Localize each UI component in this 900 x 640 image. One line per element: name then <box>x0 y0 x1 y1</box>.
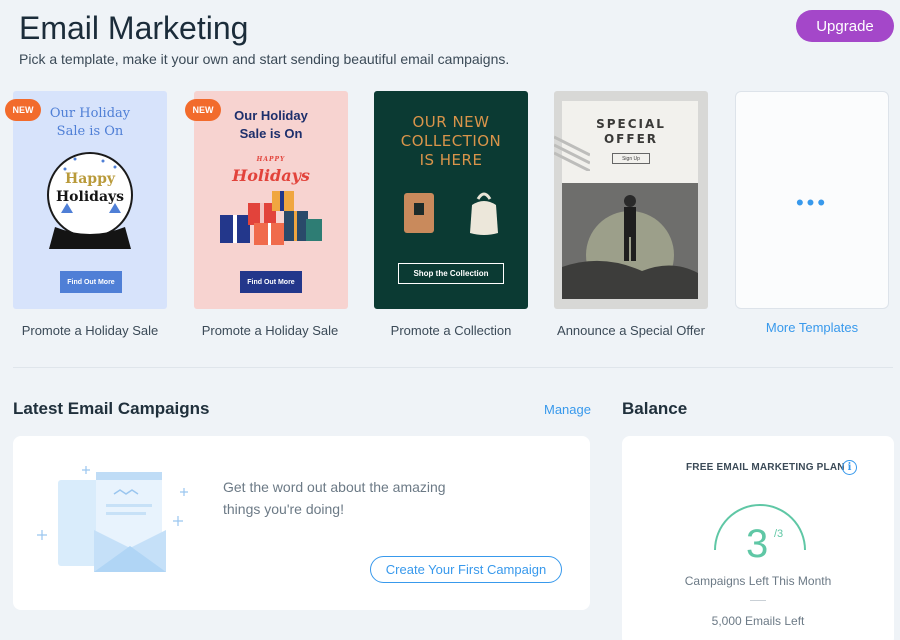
emails-left-label: 5,000 Emails Left <box>622 614 894 628</box>
plan-label: FREE EMAIL MARKETING PLAN <box>686 462 845 473</box>
globe-art-text: Happy Holidays <box>13 170 167 206</box>
page-subtitle: Pick a template, make it your own and st… <box>19 51 509 67</box>
upgrade-button[interactable]: Upgrade <box>796 10 894 42</box>
more-templates-card[interactable]: ••• <box>735 91 889 309</box>
heading-line: IS HERE <box>376 151 526 170</box>
stripes-decoration-icon <box>554 131 590 171</box>
new-badge: NEW <box>185 99 221 121</box>
template-cta: Find Out More <box>240 271 302 293</box>
heading-line: OUR NEW <box>376 113 526 132</box>
manage-link[interactable]: Manage <box>544 402 591 417</box>
art-line: HAPPY <box>194 153 348 167</box>
gift-art-text: HAPPY Holidays <box>194 153 348 185</box>
template-caption: Promote a Holiday Sale <box>0 323 180 338</box>
template-cta: Find Out More <box>60 271 122 293</box>
gifts-icon <box>216 185 326 249</box>
campaigns-total-value: /3 <box>774 528 783 540</box>
more-dots-icon: ••• <box>736 190 888 216</box>
page-title: Email Marketing <box>19 10 248 47</box>
campaigns-left-label: Campaigns Left This Month <box>622 574 894 588</box>
hiker-photo-icon <box>562 183 698 299</box>
template-card-holiday-globe[interactable]: Our Holiday Sale is On Happy Holidays Fi… <box>13 91 167 309</box>
template-caption: Promote a Holiday Sale <box>180 323 360 338</box>
heading-line: SPECIAL <box>554 117 708 132</box>
template-card-collection[interactable]: OUR NEW COLLECTION IS HERE Shop the Coll… <box>374 91 528 309</box>
backpack-icon <box>468 191 500 237</box>
section-divider <box>13 367 893 368</box>
heading-line: Sale is On <box>194 125 348 143</box>
template-card-holiday-gifts[interactable]: Our Holiday Sale is On HAPPY Holidays Fi… <box>194 91 348 309</box>
heading-line: COLLECTION <box>376 132 526 151</box>
template-heading: OUR NEW COLLECTION IS HERE <box>376 113 526 170</box>
info-icon[interactable]: i <box>842 460 857 475</box>
balance-separator <box>750 600 766 601</box>
art-line: Happy <box>13 170 167 188</box>
template-cta: Shop the Collection <box>398 263 504 284</box>
heading-line: Sale is On <box>13 123 167 141</box>
more-templates-link[interactable]: More Templates <box>735 320 889 335</box>
template-caption: Announce a Special Offer <box>541 323 721 338</box>
new-badge: NEW <box>5 99 41 121</box>
template-card-special-offer[interactable]: SPECIAL OFFER Sign Up <box>554 91 708 309</box>
empty-campaigns-text: Get the word out about the amazing thing… <box>223 476 483 520</box>
art-line: Holidays <box>13 188 167 206</box>
campaigns-left-value: 3 <box>746 524 768 564</box>
template-cta: Sign Up <box>612 153 650 164</box>
balance-title: Balance <box>622 399 687 419</box>
empty-campaigns-illustration-icon <box>34 460 194 576</box>
campaigns-title: Latest Email Campaigns <box>13 399 210 419</box>
template-caption: Promote a Collection <box>361 323 541 338</box>
tshirt-icon <box>402 191 436 235</box>
create-campaign-button[interactable]: Create Your First Campaign <box>370 556 562 583</box>
art-line: Holidays <box>194 167 348 185</box>
